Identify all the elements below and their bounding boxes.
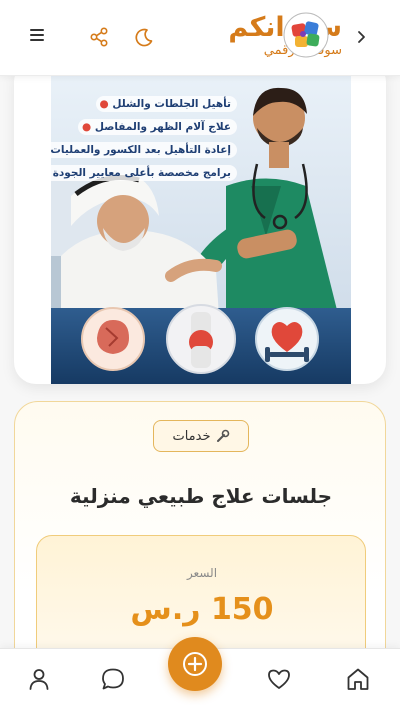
product-title: جلسات علاج طبيعي منزلية [69, 484, 333, 508]
category-badge[interactable]: خدمات [153, 420, 249, 452]
banner-bullet-text: برامج مخصصة بأعلى معايير الجودة [52, 167, 231, 179]
brain-icon: ● [99, 98, 109, 110]
app-header: سودانكم سوقك الرقمي [0, 0, 400, 76]
banner-bullet-text: علاج آلام الظهر والمفاصل [94, 121, 231, 133]
menu-button[interactable] [30, 26, 52, 48]
banner-bullet: علاج آلام الظهر والمفاصل ● [78, 119, 237, 135]
heart-icon[interactable] [266, 666, 292, 692]
banner-card[interactable]: تأهيل الجلطات والشلل ● علاج آلام الظهر و… [14, 60, 386, 384]
wrench-icon [216, 429, 229, 442]
banner-image: تأهيل الجلطات والشلل ● علاج آلام الظهر و… [51, 76, 351, 384]
spine-icon: ● [82, 121, 92, 133]
menu-icon-line [30, 34, 44, 36]
price-value: 150 ر.س [130, 592, 274, 627]
banner-bullet: إعادة التأهيل بعد الكسور والعمليات ● [51, 142, 237, 158]
home-icon[interactable] [345, 666, 371, 692]
share-icon[interactable] [88, 26, 110, 48]
add-button[interactable] [168, 637, 222, 691]
banner-bullet-text: تأهيل الجلطات والشلل [112, 98, 231, 110]
user-icon[interactable] [26, 666, 52, 692]
moon-icon[interactable] [133, 26, 155, 48]
menu-icon-line [30, 39, 44, 41]
category-badge-label: خدمات [172, 428, 211, 444]
menu-icon [30, 29, 44, 31]
chat-icon[interactable] [100, 666, 126, 692]
add-icon [183, 652, 207, 676]
chevron-right-icon[interactable] [354, 28, 368, 46]
price-label: السعر [186, 566, 218, 580]
logo-image [283, 12, 329, 58]
banner-bullet: تأهيل الجلطات والشلل ● [95, 96, 237, 112]
logo[interactable] [283, 12, 329, 58]
banner-bullet-text: إعادة التأهيل بعد الكسور والعمليات [51, 144, 231, 156]
banner-bullet: برامج مخصصة بأعلى معايير الجودة ✔ [51, 165, 237, 181]
